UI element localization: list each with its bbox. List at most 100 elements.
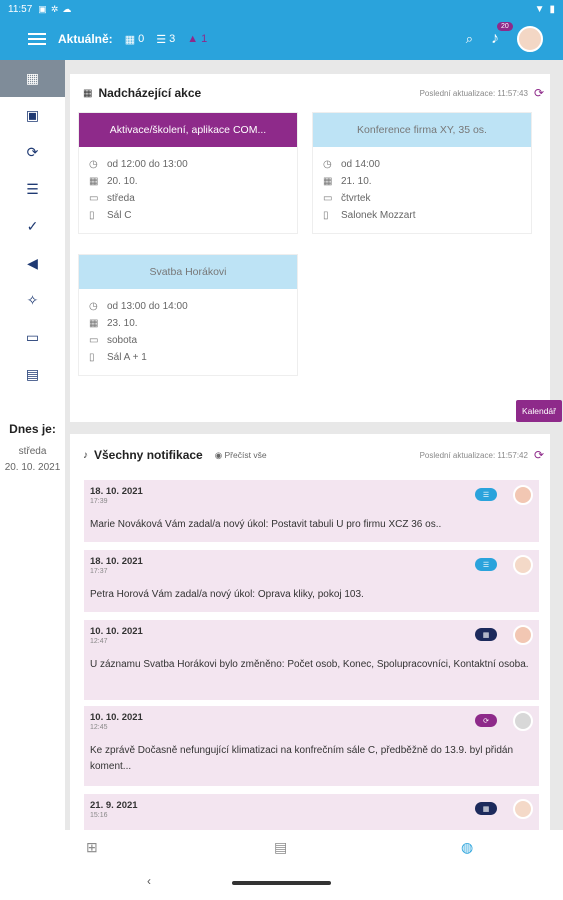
refresh-notifications-icon[interactable]: ⟳ [534,448,544,462]
tasks-icon: ☰ [156,33,167,46]
sidebar-item-tasks[interactable]: ☰ [0,171,65,208]
event-room: Sál A + 1 [107,352,147,363]
bottom-navigation: ⊞ ▤ ◍ [0,830,563,864]
menu-icon[interactable] [28,33,46,45]
notification-text: Marie Nováková Vám zadal/a nový úkol: Po… [90,519,442,530]
event-day: středa [107,193,135,204]
day-icon: ▭ [89,335,99,346]
event-room: Sál C [107,210,132,221]
avatar [513,625,533,645]
user-avatar[interactable] [517,26,543,52]
gallery-icon[interactable]: ▤ [274,839,287,856]
sidebar-item-refresh[interactable]: ⟳ [0,134,65,171]
back-icon[interactable]: ‹ [147,874,151,888]
notifications-button[interactable]: ♪ 20 [491,22,513,48]
settings-notification-icon: ✲ [50,3,59,14]
notification-item[interactable]: 10. 10. 2021 12:45 Ke zprávě Dočasně nef… [84,706,539,786]
eye-icon: ◉ [214,449,223,460]
event-date: 21. 10. [341,176,372,187]
warnings-counter-value: 1 [201,33,208,45]
avatar [513,555,533,575]
sidebar-item-dashboard[interactable]: ▦ [0,60,65,97]
notification-time: 12:45 [90,724,108,731]
lightbulb-icon: ✧ [26,292,39,308]
notification-text: Petra Horová Vám zadal/a nový úkol: Opra… [90,589,364,600]
refresh-type-icon: ⟳ [475,714,497,727]
notification-item[interactable]: 18. 10. 2021 17:37 Petra Horová Vám zada… [84,550,539,612]
upcoming-title: Nadcházející akce [98,86,202,100]
notifications-card: ♪ Všechny notifikace ◉ Přečíst vše Posle… [70,434,550,830]
clock-icon: ◷ [89,159,98,170]
notification-date: 21. 9. 2021 [90,800,138,811]
search-icon[interactable]: ⌕ [466,31,473,47]
globe-icon[interactable]: ◍ [461,839,473,856]
calendar-grid-icon: ▤ [25,366,40,382]
sidebar-item-files[interactable]: ▭ [0,319,65,356]
notification-item[interactable]: 10. 10. 2021 12:47 U záznamu Svatba Horá… [84,620,539,700]
home-gesture-bar[interactable] [232,881,331,885]
battery-icon: ▮ [549,3,555,15]
event-day: čtvrtek [341,193,371,204]
event-room: Salonek Mozzart [341,210,416,221]
today-box: Dnes je: středa 20. 10. 2021 [0,422,65,476]
room-icon: ▯ [89,210,95,221]
image-notification-icon: ▣ [38,3,47,14]
events-counter[interactable]: ▦ 0 [125,33,145,46]
notifications-badge: 20 [497,22,513,31]
clock-icon: ◷ [89,301,98,312]
dashboard-grid-icon: ▦ [25,70,40,86]
event-date: 20. 10. [107,176,138,187]
avatar [513,799,533,819]
app-bar: Aktuálně: ▦ 0 ☰ 3 ▲ 1 ⌕ ♪ 20 [0,18,563,60]
main-content: ▦ Nadcházející akce Poslední aktualizace… [65,60,563,830]
day-icon: ▭ [89,193,99,204]
event-card[interactable]: Svatba Horákovi ◷ od 13:00 do 14:00 ▦ 23. … [78,254,298,376]
event-card[interactable]: Aktivace/školení, aplikace COM... ◷ od 12… [78,112,298,234]
upcoming-events-card: ▦ Nadcházející akce Poslední aktualizace… [70,74,562,422]
notification-item[interactable]: 18. 10. 2021 17:39 Marie Nováková Vám za… [84,480,539,542]
task-list-icon: ☰ [26,181,39,197]
notification-item[interactable]: 21. 9. 2021 15:16 ▦ [84,794,539,830]
sidebar-item-announcements[interactable]: ◀ [0,245,65,282]
notification-time: 15:16 [90,812,108,819]
read-all-button[interactable]: ◉ Přečíst vše [215,450,267,461]
day-icon: ▭ [323,193,333,204]
sidebar: ▦ ▣ ⟳ ☰ ✓ ◀ ✧ ▭ ▤ Dnes je: středa 20. 10… [0,60,65,830]
sidebar-item-ideas[interactable]: ✧ [0,282,65,319]
refresh-upcoming-icon[interactable]: ⟳ [534,86,544,100]
calendar-icon: ▦ [124,33,136,46]
tasks-counter[interactable]: ☰ 3 [156,33,175,46]
upcoming-updated: Poslední aktualizace: 11:57:43 [419,88,528,98]
avatar [513,485,533,505]
task-type-icon: ☰ [475,488,497,501]
grid-view-icon[interactable]: ⊞ [86,839,98,856]
notification-time: 12:47 [90,638,108,645]
notifications-updated: Poslední aktualizace: 11:57:42 [419,450,528,460]
check-circle-icon: ✓ [26,218,39,234]
bell-icon: ♪ [491,30,499,47]
calendar-icon: ▦ [83,87,93,99]
calendar-check-icon: ▣ [25,107,40,123]
bell-icon: ♪ [83,449,88,461]
refresh-icon: ⟳ [26,144,39,160]
notification-time: 17:37 [90,568,108,575]
sidebar-item-calendar[interactable]: ▣ [0,97,65,134]
sidebar-item-planner[interactable]: ▤ [0,356,65,393]
notifications-title: Všechny notifikace [94,448,203,462]
event-time: od 13:00 do 14:00 [107,301,188,312]
warnings-counter[interactable]: ▲ 1 [187,33,207,45]
sidebar-item-done[interactable]: ✓ [0,208,65,245]
event-date: 23. 10. [107,318,138,329]
calendar-icon: ▦ [89,318,99,329]
notification-text: U záznamu Svatba Horákovi bylo změněno: … [90,659,529,670]
wifi-icon: ▼ [534,3,545,15]
event-card[interactable]: Konference firma XY, 35 os. ◷ od 14:00 ▦ 2… [312,112,532,234]
notification-time: 17:39 [90,498,108,505]
status-icons: ▣ ✲ ☁ [38,4,71,15]
megaphone-icon: ◀ [27,255,38,271]
notification-date: 18. 10. 2021 [90,556,143,567]
calendar-button[interactable]: Kalendář [515,400,562,422]
events-counter-value: 0 [138,33,145,45]
warning-icon: ▲ [187,33,199,45]
folder-icon: ▭ [25,329,40,345]
